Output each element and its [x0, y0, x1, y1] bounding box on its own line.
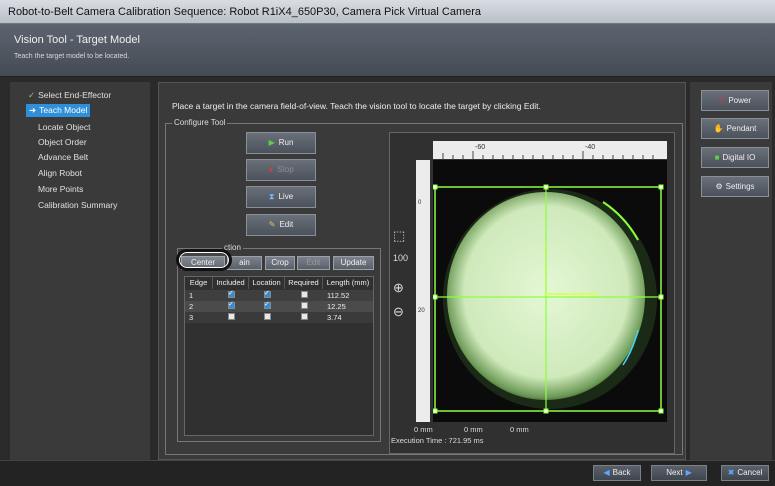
cancel-label: Cancel	[737, 468, 763, 477]
ruler-unit: mm	[648, 136, 660, 143]
stop-button[interactable]: ● Stop	[246, 159, 316, 181]
live-label: Live	[278, 192, 294, 201]
digital-io-icon: ■	[714, 153, 720, 162]
pendant-button[interactable]: ✋ Pendant	[701, 118, 769, 139]
live-button[interactable]: ⧗ Live	[246, 186, 316, 208]
readout-y: 0 mm	[464, 425, 483, 434]
stop-label: Stop	[277, 165, 294, 174]
page-title: Vision Tool - Target Model	[14, 34, 140, 46]
power-icon: ⏻	[718, 96, 726, 105]
execution-time: Execution Time : 721.95 ms	[391, 436, 484, 445]
zoom-out-icon[interactable]: ⊖	[393, 304, 404, 320]
digital-io-label: Digital IO	[722, 153, 756, 162]
ruler-tick-label: 20	[418, 308, 425, 314]
length-cell: 112.52	[327, 291, 350, 300]
digital-io-button[interactable]: ■ Digital IO	[701, 147, 769, 168]
readout-x: 0 mm	[414, 425, 433, 434]
checkmark-icon: ✓	[28, 90, 36, 100]
readout-z: 0 mm	[510, 425, 529, 434]
run-label: Run	[278, 138, 294, 147]
run-button[interactable]: ▶ Run	[246, 132, 316, 154]
power-button[interactable]: ⏻ Power	[701, 90, 769, 111]
left-ruler: 0 20	[416, 160, 430, 422]
required-checkbox[interactable]	[301, 291, 308, 298]
next-button[interactable]: Next ▶	[651, 465, 707, 481]
ruler-tick-label: -40	[585, 144, 596, 151]
included-checkbox[interactable]	[228, 288, 235, 299]
edit-icon: ✎	[268, 220, 276, 229]
step-label: Select End-Effector	[38, 90, 112, 100]
back-label: Back	[612, 468, 631, 477]
table-row[interactable]: 3 3.74	[185, 312, 373, 323]
play-icon: ▶	[268, 138, 275, 147]
step-calibration-summary[interactable]: Calibration Summary	[38, 200, 117, 210]
step-select-end-effector[interactable]: ✓ Select End-Effector	[28, 90, 111, 101]
section-edit-button[interactable]: Edit	[297, 256, 330, 270]
step-locate-object[interactable]: Locate Object	[38, 122, 90, 132]
included-checkbox[interactable]	[228, 299, 235, 310]
col-length: Length (mm)	[326, 278, 370, 287]
zoom-100-label: 100	[393, 253, 409, 263]
stop-icon: ●	[268, 165, 274, 174]
col-required: Required	[285, 277, 323, 289]
ruler-tick-label: -60	[475, 144, 486, 151]
gear-icon: ⚙	[715, 182, 723, 191]
next-arrow-icon: ▶	[685, 468, 692, 477]
edge-cell: 3	[189, 313, 194, 322]
col-edge: Edge	[185, 277, 213, 289]
center-highlight-ring	[176, 249, 232, 271]
table-row[interactable]: 1 112.52	[185, 288, 373, 301]
window-title: Robot-to-Belt Camera Calibration Sequenc…	[0, 0, 775, 24]
arrow-icon: ➜	[29, 105, 37, 115]
update-button[interactable]: Update	[333, 256, 374, 270]
required-checkbox[interactable]	[301, 302, 308, 309]
length-cell: 3.74	[327, 313, 342, 322]
length-cell: 12.25	[327, 302, 346, 311]
zoom-in-icon[interactable]: ⊕	[393, 280, 404, 296]
pendant-label: Pendant	[726, 124, 757, 133]
top-ruler: -60 -40 mm	[433, 136, 667, 159]
location-checkbox[interactable]	[264, 313, 271, 320]
ruler-tick-label: 0	[418, 200, 422, 206]
camera-image[interactable]	[433, 160, 667, 422]
settings-label: Settings	[725, 182, 755, 191]
settings-button[interactable]: ⚙ Settings	[701, 176, 769, 197]
included-checkbox[interactable]	[228, 313, 235, 320]
step-label: Teach Model	[39, 105, 88, 115]
target-image	[433, 160, 667, 422]
edge-table: Edge Included Location Required Length (…	[184, 276, 374, 436]
edge-cell: 1	[189, 291, 194, 300]
step-advance-belt[interactable]: Advance Belt	[38, 152, 88, 162]
instructions-text: Place a target in the camera field-of-vi…	[172, 101, 541, 111]
pendant-icon: ✋	[713, 124, 724, 133]
zoom-100-icon[interactable]: 100	[393, 253, 408, 263]
page-header: Vision Tool - Target Model Teach the tar…	[0, 24, 775, 77]
cancel-button[interactable]: ✖ Cancel	[721, 465, 769, 481]
fit-view-icon[interactable]: ⬚	[393, 228, 405, 244]
back-arrow-icon: ◀	[603, 468, 610, 477]
edit-label: Edit	[279, 220, 294, 229]
back-button[interactable]: ◀ Back	[593, 465, 641, 481]
cancel-icon: ✖	[727, 468, 735, 477]
step-more-points[interactable]: More Points	[38, 184, 83, 194]
required-checkbox[interactable]	[301, 313, 308, 320]
crop-button[interactable]: Crop	[265, 256, 295, 270]
location-checkbox[interactable]	[264, 288, 271, 299]
step-align-robot[interactable]: Align Robot	[38, 168, 82, 178]
power-label: Power	[728, 96, 751, 105]
next-label: Next	[666, 468, 683, 477]
camera-icon: ⧗	[268, 192, 275, 201]
location-checkbox[interactable]	[264, 299, 271, 310]
table-row[interactable]: 2 12.25	[185, 299, 373, 312]
step-object-order[interactable]: Object Order	[38, 137, 87, 147]
edge-cell: 2	[189, 302, 194, 311]
train-button[interactable]: ain	[227, 256, 262, 270]
step-teach-model[interactable]: ➜ Teach Model	[26, 104, 91, 117]
edit-button[interactable]: ✎ Edit	[246, 214, 316, 236]
page-subtitle: Teach the target model to be located.	[14, 53, 130, 60]
ruler-ticks	[442, 151, 654, 159]
configure-tool-label: Configure Tool	[172, 118, 228, 127]
